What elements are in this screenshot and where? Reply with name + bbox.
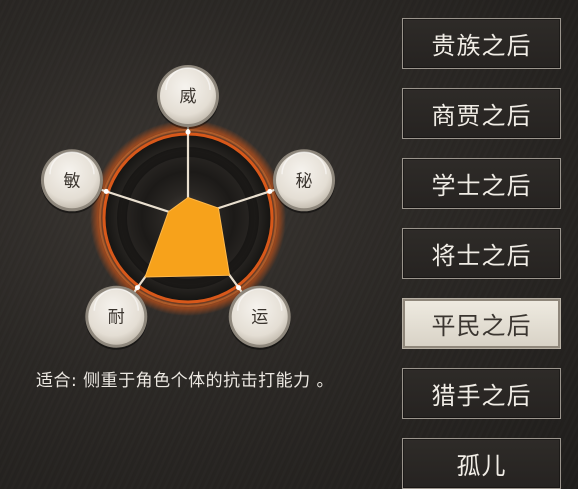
stat-node: 秘: [273, 149, 336, 214]
background-option-button[interactable]: 学士之后: [402, 158, 561, 209]
background-option-button[interactable]: 将士之后: [402, 228, 561, 279]
radar-spoke-dot: [236, 285, 242, 291]
radar-spoke-dot: [134, 285, 140, 291]
background-option-button[interactable]: 平民之后: [402, 298, 561, 349]
stat-label: 威: [180, 87, 197, 107]
stat-label: 秘: [296, 171, 313, 191]
background-option-button[interactable]: 猎手之后: [402, 368, 561, 419]
stat-node: 运: [228, 285, 291, 350]
background-option-button[interactable]: 贵族之后: [402, 18, 561, 69]
background-list: 贵族之后商贾之后学士之后将士之后平民之后猎手之后孤儿: [402, 18, 562, 489]
stat-node: 耐: [85, 285, 148, 350]
stat-label: 敏: [63, 171, 80, 191]
stat-node: 敏: [40, 149, 103, 214]
background-description: 适合: 侧重于角色个体的抗击打能力 。: [36, 371, 335, 391]
attribute-radar-chart: 威秘运 耐 敏: [40, 65, 336, 350]
stat-label: 耐: [108, 308, 125, 328]
stat-node: 威: [157, 65, 219, 129]
stat-label: 运: [251, 308, 268, 328]
background-option-button[interactable]: 孤儿: [402, 438, 561, 489]
radar-spoke-dot: [103, 188, 109, 194]
radar-spoke-dot: [267, 188, 273, 194]
radar-spoke-dot: [185, 129, 191, 135]
background-option-button[interactable]: 商贾之后: [402, 88, 561, 139]
